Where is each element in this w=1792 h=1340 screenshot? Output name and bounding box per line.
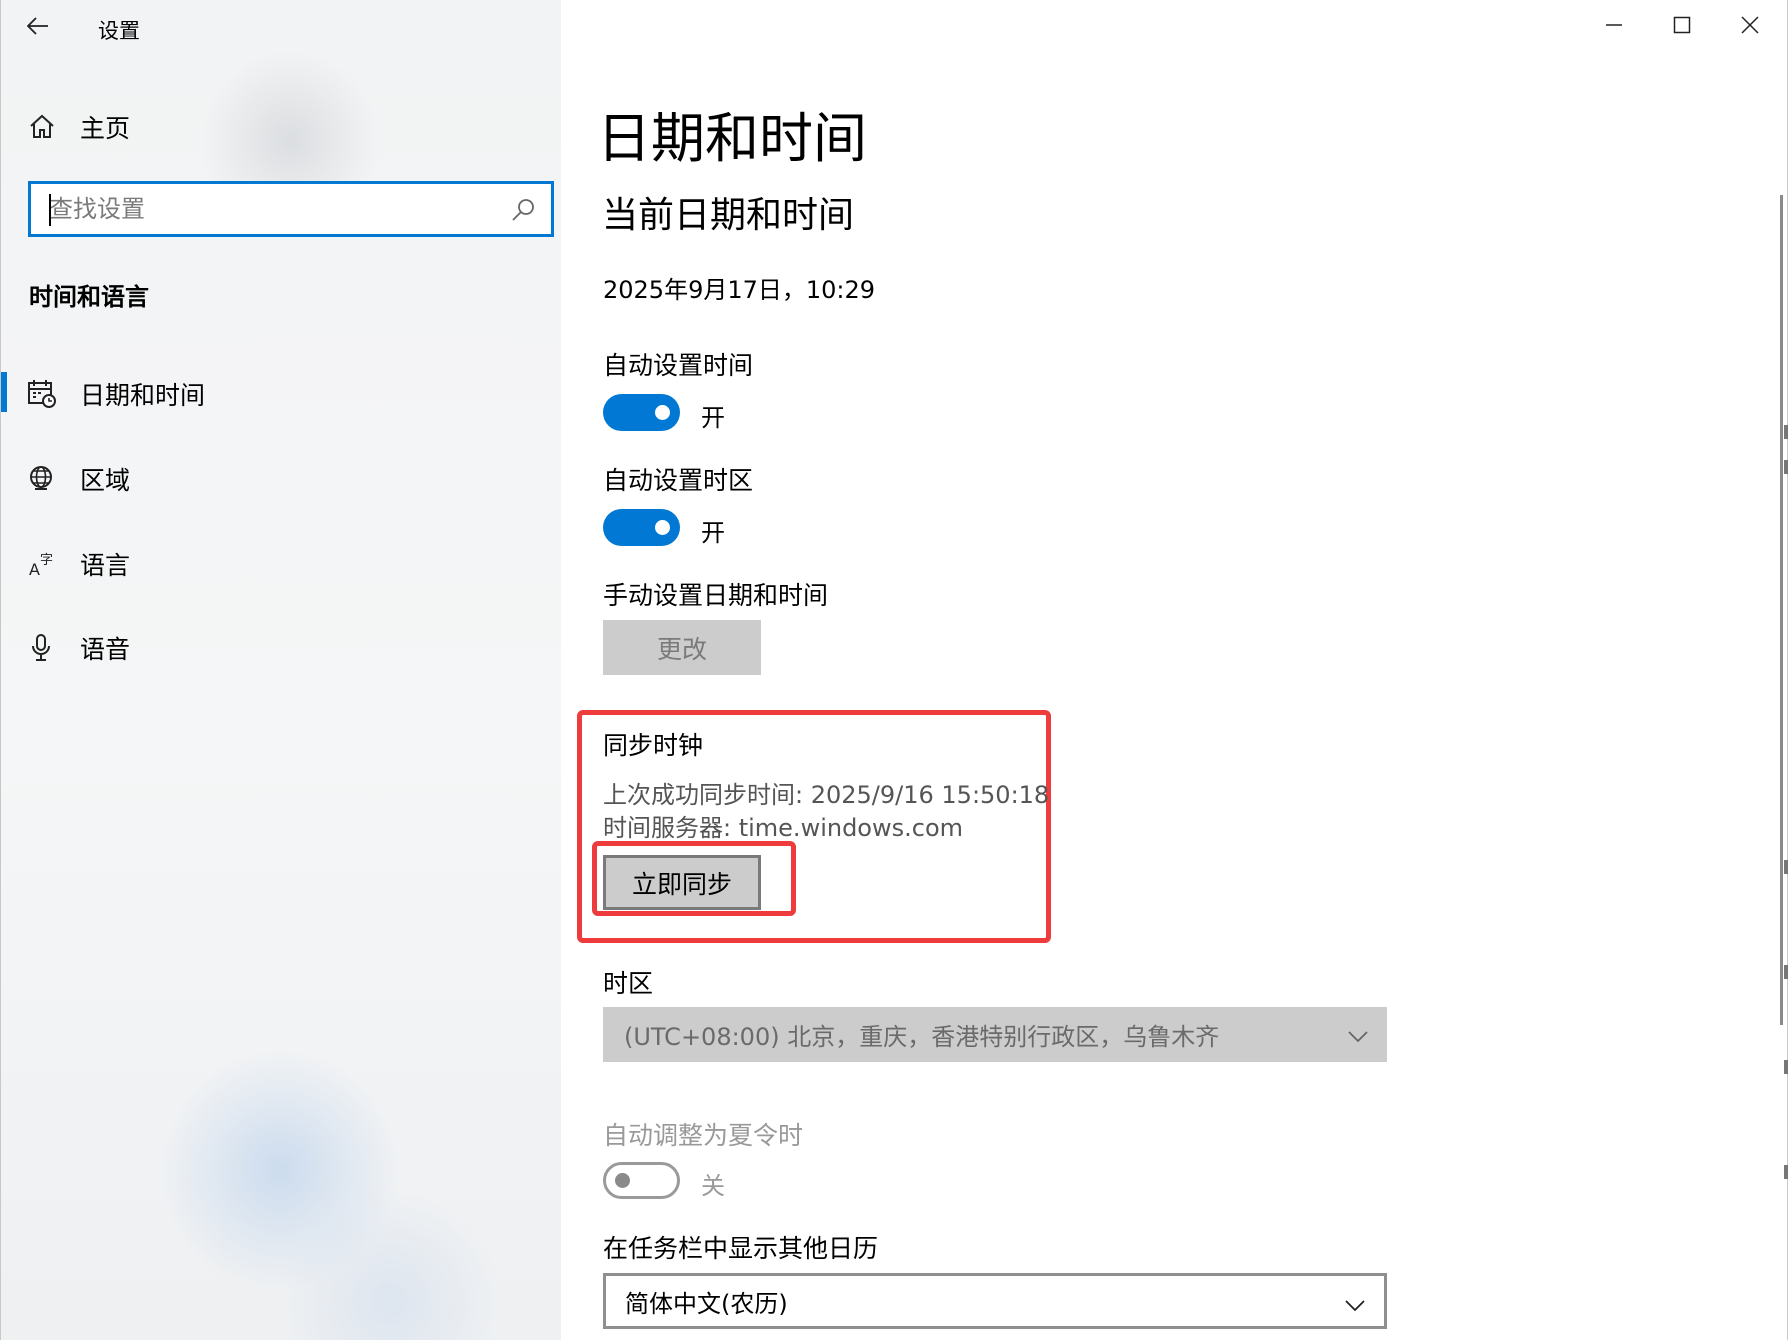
sidebar-item-label: 语音 bbox=[80, 635, 131, 664]
sidebar-item-label: 主页 bbox=[80, 114, 131, 143]
auto-timezone-state: 开 bbox=[701, 519, 725, 547]
sidebar: 设置 主页 时间和语言 日期和时间 区域 A字 语言 语音 bbox=[0, 0, 561, 1340]
language-icon: A字 bbox=[26, 548, 58, 580]
time-server: 时间服务器: time.windows.com bbox=[603, 814, 964, 842]
sidebar-item-date-time[interactable]: 日期和时间 bbox=[26, 376, 205, 412]
search-input[interactable] bbox=[49, 192, 489, 226]
sidebar-item-speech[interactable]: 语音 bbox=[26, 630, 130, 666]
sync-now-button[interactable]: 立即同步 bbox=[603, 855, 761, 910]
toggle-knob bbox=[655, 405, 670, 420]
auto-time-label: 自动设置时间 bbox=[603, 351, 754, 380]
toggle-knob bbox=[655, 520, 670, 535]
sidebar-item-label: 区域 bbox=[80, 466, 131, 495]
maximize-icon bbox=[1673, 16, 1691, 34]
scrollbar[interactable] bbox=[1780, 195, 1783, 1025]
sidebar-item-label: 日期和时间 bbox=[80, 381, 206, 410]
edge-mark bbox=[1784, 1060, 1788, 1074]
back-button[interactable] bbox=[18, 6, 58, 46]
extra-calendar-label: 在任务栏中显示其他日历 bbox=[603, 1234, 879, 1263]
close-button[interactable] bbox=[1720, 0, 1780, 50]
active-indicator bbox=[1, 372, 7, 412]
extra-calendar-select[interactable]: 简体中文(农历) bbox=[603, 1273, 1387, 1329]
change-button[interactable]: 更改 bbox=[603, 620, 761, 675]
maximize-button[interactable] bbox=[1652, 0, 1712, 50]
edge-mark bbox=[1784, 860, 1788, 874]
window-border bbox=[1787, 0, 1788, 1340]
microphone-icon bbox=[26, 632, 58, 664]
current-datetime: 2025年9月17日，10:29 bbox=[603, 276, 876, 304]
svg-text:字: 字 bbox=[40, 553, 53, 568]
dst-label: 自动调整为夏令时 bbox=[603, 1121, 804, 1150]
sidebar-item-label: 语言 bbox=[80, 551, 131, 580]
auto-timezone-label: 自动设置时区 bbox=[603, 466, 754, 495]
chevron-down-icon bbox=[1348, 1031, 1368, 1043]
toggle-knob bbox=[615, 1173, 630, 1188]
edge-mark bbox=[1784, 425, 1788, 439]
sidebar-item-language[interactable]: A字 语言 bbox=[26, 546, 130, 582]
edge-mark bbox=[1784, 460, 1788, 474]
last-sync-time: 上次成功同步时间: 2025/9/16 15:50:18 bbox=[603, 781, 1050, 809]
home-icon bbox=[26, 111, 58, 143]
dst-state: 关 bbox=[701, 1172, 725, 1200]
extra-calendar-value: 简体中文(农历) bbox=[625, 1289, 788, 1318]
timezone-select[interactable]: (UTC+08:00) 北京，重庆，香港特别行政区，乌鲁木齐 bbox=[603, 1007, 1387, 1062]
window-border bbox=[0, 0, 1, 1340]
close-icon bbox=[1741, 16, 1759, 34]
edge-mark bbox=[1784, 1165, 1788, 1179]
edge-mark bbox=[1784, 965, 1788, 979]
timezone-value: (UTC+08:00) 北京，重庆，香港特别行政区，乌鲁木齐 bbox=[624, 1023, 1220, 1051]
app-title: 设置 bbox=[98, 19, 140, 43]
auto-time-toggle[interactable] bbox=[603, 394, 680, 431]
section-title: 时间和语言 bbox=[29, 283, 149, 311]
page-title: 日期和时间 bbox=[597, 107, 867, 170]
section-subtitle: 当前日期和时间 bbox=[602, 195, 855, 236]
chevron-down-icon bbox=[1345, 1300, 1365, 1312]
auto-timezone-toggle[interactable] bbox=[603, 509, 680, 546]
back-arrow-icon bbox=[27, 17, 48, 35]
globe-icon bbox=[26, 463, 58, 495]
sidebar-item-home[interactable]: 主页 bbox=[26, 109, 130, 145]
search-box[interactable] bbox=[28, 181, 554, 237]
manual-datetime-label: 手动设置日期和时间 bbox=[603, 581, 829, 610]
search-icon[interactable] bbox=[509, 196, 537, 224]
auto-time-state: 开 bbox=[701, 404, 725, 432]
text-caret bbox=[49, 194, 51, 226]
sync-clock-title: 同步时钟 bbox=[603, 731, 704, 760]
svg-text:A: A bbox=[29, 560, 40, 579]
minimize-button[interactable] bbox=[1584, 0, 1644, 50]
sidebar-item-region[interactable]: 区域 bbox=[26, 461, 130, 497]
dst-toggle[interactable] bbox=[603, 1162, 680, 1199]
calendar-clock-icon bbox=[26, 378, 58, 410]
minimize-icon bbox=[1606, 24, 1622, 26]
timezone-label: 时区 bbox=[603, 969, 654, 998]
